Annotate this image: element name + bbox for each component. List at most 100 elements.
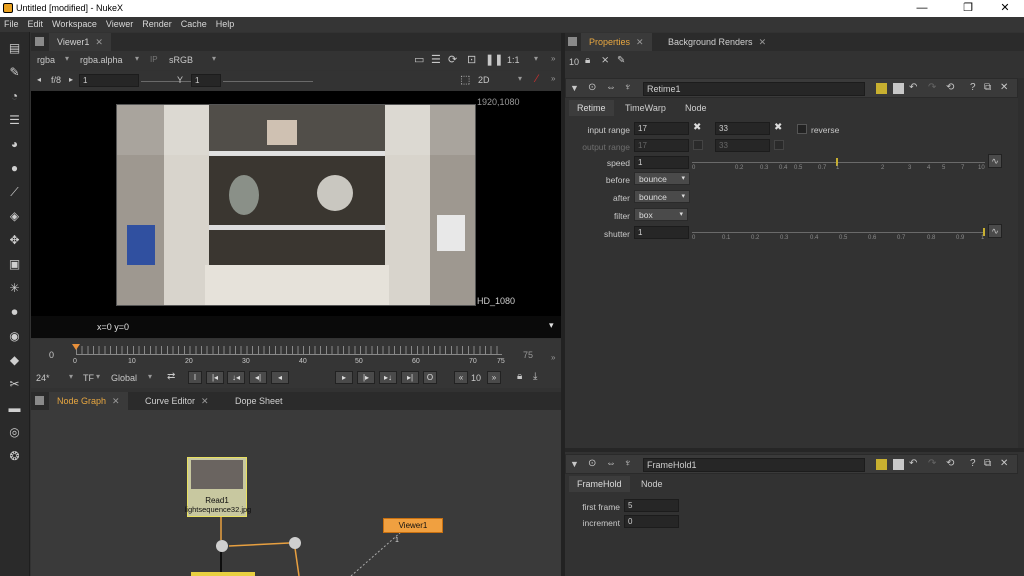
redo-icon[interactable]: ↷ xyxy=(928,458,936,469)
metadata-tools-icon[interactable]: ◆ xyxy=(6,352,23,369)
centre-icon[interactable]: ♆ xyxy=(624,458,632,469)
close-tab-icon[interactable]: ✕ xyxy=(636,37,644,47)
float-panel-icon[interactable]: ⧉ xyxy=(984,458,991,469)
tab-node[interactable]: Node xyxy=(633,476,671,492)
panel-menu-icon[interactable] xyxy=(35,37,44,46)
menu-edit[interactable]: Edit xyxy=(24,17,49,29)
set-input-end-icon[interactable]: ✖ xyxy=(774,122,782,133)
menu-render[interactable]: Render xyxy=(138,17,177,29)
crop-icon[interactable]: ⬚ xyxy=(460,73,470,86)
input-range-end-field[interactable]: 33 xyxy=(715,122,770,135)
out-point-button[interactable]: O xyxy=(423,371,437,384)
tab-node-graph[interactable]: Node Graph ✕ xyxy=(49,392,128,410)
speed-slider[interactable] xyxy=(692,162,985,163)
font-color-icon[interactable] xyxy=(893,83,904,94)
channels-dropdown[interactable]: rgba xyxy=(37,55,55,65)
close-tab-icon[interactable]: ✕ xyxy=(112,396,120,406)
info-dropdown-icon[interactable]: ▾ xyxy=(549,320,554,331)
before-dropdown[interactable]: bounce ▾ xyxy=(634,172,690,185)
expand-icon[interactable]: » xyxy=(551,54,555,63)
close-button[interactable]: ✕ xyxy=(985,1,1024,16)
fps-dropdown[interactable]: 24* xyxy=(36,373,50,383)
color-picker-icon[interactable]: ⁄ xyxy=(536,73,538,85)
play-forward-button[interactable]: ▸ xyxy=(335,371,353,384)
dot-node[interactable] xyxy=(216,540,228,552)
close-tab-icon[interactable]: ✕ xyxy=(759,37,767,47)
furnace-tools-icon[interactable]: ◎ xyxy=(6,424,23,441)
fstop-left-arrow-icon[interactable]: ◂ xyxy=(37,75,41,84)
time-tools-icon[interactable]: ◔ xyxy=(6,88,23,105)
close-panel-icon[interactable]: ✕ xyxy=(1000,458,1008,469)
filter-dropdown[interactable]: box ▾ xyxy=(634,208,688,221)
edit-icon[interactable]: ✎ xyxy=(617,55,625,66)
gamma-slider[interactable] xyxy=(223,81,313,82)
retime-name-field[interactable]: Retime1 xyxy=(643,82,865,96)
node-color-icon[interactable] xyxy=(876,459,887,470)
prev-keyframe-button[interactable]: ↓◂ xyxy=(227,371,245,384)
increment-field[interactable]: 0 xyxy=(624,515,679,528)
menu-workspace[interactable]: Workspace xyxy=(48,17,102,29)
channel-tools-icon[interactable]: ☰ xyxy=(6,112,23,129)
tab-framehold[interactable]: FrameHold xyxy=(569,476,630,492)
merge-tools-icon[interactable]: ◈ xyxy=(6,208,23,225)
other-tools-icon[interactable]: ▬ xyxy=(6,400,23,417)
lock-icon[interactable]: 🔒︎ xyxy=(517,371,522,382)
max-panels-field[interactable]: 10 xyxy=(569,57,579,67)
node-color-icon[interactable] xyxy=(876,83,887,94)
ip-button[interactable]: IP xyxy=(150,55,158,64)
after-dropdown[interactable]: bounce ▾ xyxy=(634,190,690,203)
tab-properties[interactable]: Properties ✕ xyxy=(581,33,652,51)
read-node[interactable]: Read1 lightsequence32.jpg xyxy=(185,457,251,517)
maximize-button[interactable]: ❐ xyxy=(948,1,988,16)
timeline-track[interactable] xyxy=(76,354,502,355)
reverse-checkbox[interactable] xyxy=(797,124,807,134)
dot-node[interactable] xyxy=(289,537,301,549)
roi-icon[interactable]: ▭ xyxy=(414,53,424,66)
input-icon[interactable]: ⇔ xyxy=(606,458,616,469)
lock-icon[interactable]: 🔒︎ xyxy=(585,55,590,66)
step-back-button[interactable]: « xyxy=(454,371,468,384)
undo-icon[interactable]: ↶ xyxy=(909,82,917,93)
framehold-name-field[interactable]: FrameHold1 xyxy=(643,458,865,472)
play-backward-button[interactable]: ◂ xyxy=(271,371,289,384)
nodegraph-canvas[interactable]: Read1 lightsequence32.jpg Viewer1 1 xyxy=(31,410,561,576)
properties-scrollbar[interactable] xyxy=(1018,78,1024,448)
proxy-icon[interactable]: ⊡ xyxy=(467,53,476,66)
toolsets-icon[interactable]: ✂ xyxy=(6,376,23,393)
set-input-start-icon[interactable]: ✖ xyxy=(693,122,701,133)
revert-icon[interactable]: ⟲ xyxy=(946,82,954,93)
input-icon[interactable]: ⇔ xyxy=(606,82,616,93)
node-partial[interactable] xyxy=(191,572,255,576)
tab-node[interactable]: Node xyxy=(677,100,715,116)
revert-icon[interactable]: ⟲ xyxy=(946,458,954,469)
fstop-right-arrow-icon[interactable]: ▸ xyxy=(69,75,73,84)
timeline[interactable]: 0 75 » 0 10 20 30 40 50 60 70 75 xyxy=(31,339,561,368)
keyer-tools-icon[interactable]: ⟋ xyxy=(6,184,23,201)
first-frame-button[interactable]: |◂ xyxy=(206,371,224,384)
particles-tools-icon[interactable]: ✳ xyxy=(6,280,23,297)
tab-curve-editor[interactable]: Curve Editor ✕ xyxy=(137,392,217,410)
frame-step-field[interactable]: 10 xyxy=(471,373,481,383)
colorspace-dropdown[interactable]: sRGB xyxy=(169,55,193,65)
transform-tools-icon[interactable]: ✥ xyxy=(6,232,23,249)
lut-icon[interactable]: ☰ xyxy=(431,53,441,66)
next-keyframe-button[interactable]: ▸↓ xyxy=(379,371,397,384)
view-mode-dropdown[interactable]: 2D xyxy=(478,75,490,85)
deep-tools-icon[interactable]: ⏺ xyxy=(6,304,23,321)
animation-curve-icon[interactable]: ∿ xyxy=(988,224,1002,238)
step-forward-button[interactable]: » xyxy=(487,371,501,384)
3d-tools-icon[interactable]: ▣ xyxy=(6,256,23,273)
menu-file[interactable]: File xyxy=(0,17,24,29)
panel-menu-icon[interactable] xyxy=(35,396,44,405)
output-range-start-field[interactable]: 17 xyxy=(634,139,689,152)
help-icon[interactable]: ? xyxy=(970,458,976,469)
shutter-slider[interactable] xyxy=(692,232,985,233)
panel-divider[interactable] xyxy=(565,448,1024,452)
undo-icon[interactable]: ↶ xyxy=(909,458,917,469)
playhead-marker-icon[interactable] xyxy=(72,344,80,350)
tab-timewarp[interactable]: TimeWarp xyxy=(617,100,674,116)
first-frame-field[interactable]: 5 xyxy=(624,499,679,512)
expand-icon[interactable]: » xyxy=(551,74,555,83)
menu-help[interactable]: Help xyxy=(212,17,240,29)
image-tools-icon[interactable]: ▤ xyxy=(6,40,23,57)
